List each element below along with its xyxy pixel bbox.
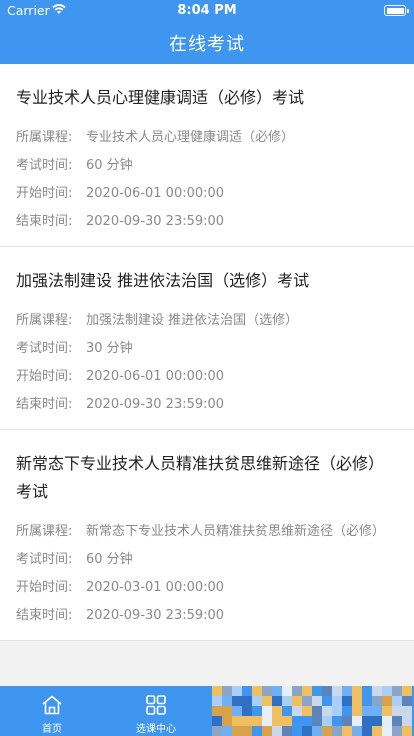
start-value: 2020-03-01 00:00:00 <box>86 580 225 595</box>
tab-bar: 首页 选课中心 <box>0 686 414 736</box>
course-label: 所属课程: <box>16 130 73 145</box>
tab-home[interactable]: 首页 <box>0 686 104 736</box>
start-label: 开始时间: <box>16 580 73 595</box>
exam-title: 加强法制建设 推进依法治国（选修）考试 <box>16 271 310 290</box>
exam-card[interactable]: 加强法制建设 推进依法治国（选修）考试 所属课程: 加强法制建设 推进依法治国（选… <box>0 247 414 430</box>
grid-icon <box>146 695 166 715</box>
end-label: 结束时间: <box>16 214 73 229</box>
end-value: 2020-09-30 23:59:00 <box>86 214 225 229</box>
end-label: 结束时间: <box>16 397 73 412</box>
duration-value: 60 分钟 <box>86 552 133 567</box>
page-title: 在线考试 <box>169 34 245 55</box>
exam-list: 专业技术人员心理健康调适（必修）考试 所属课程: 专业技术人员心理健康调适（必修）… <box>0 64 414 686</box>
course-value: 加强法制建设 推进依法治国（选修） <box>86 313 299 328</box>
duration-value: 30 分钟 <box>86 341 133 356</box>
end-value: 2020-09-30 23:59:00 <box>86 608 225 623</box>
exam-title: 专业技术人员心理健康调适（必修）考试 <box>16 88 305 107</box>
home-icon <box>42 695 62 715</box>
course-label: 所属课程: <box>16 313 73 328</box>
duration-label: 考试时间: <box>16 158 73 173</box>
pixelated-region <box>212 686 414 736</box>
start-label: 开始时间: <box>16 186 73 201</box>
course-label: 所属课程: <box>16 524 73 539</box>
end-value: 2020-09-30 23:59:00 <box>86 397 225 412</box>
duration-value: 60 分钟 <box>86 158 133 173</box>
start-value: 2020-06-01 00:00:00 <box>86 186 225 201</box>
course-value: 专业技术人员心理健康调适（必修） <box>86 130 295 145</box>
exam-title: 新常态下专业技术人员精准扶贫思维新途径（必修）考试 <box>16 454 385 501</box>
start-label: 开始时间: <box>16 369 73 384</box>
duration-label: 考试时间: <box>16 341 73 356</box>
status-bar: Carrier 8:04 PM <box>0 0 414 22</box>
battery-icon <box>384 5 409 16</box>
tab-course-center-label: 选课中心 <box>136 724 176 735</box>
tab-course-center[interactable]: 选课中心 <box>104 686 208 736</box>
status-time: 8:04 PM <box>177 3 237 18</box>
duration-label: 考试时间: <box>16 552 73 567</box>
exam-card[interactable]: 专业技术人员心理健康调适（必修）考试 所属课程: 专业技术人员心理健康调适（必修）… <box>0 64 414 247</box>
end-label: 结束时间: <box>16 608 73 623</box>
app-header: Carrier 8:04 PM 在线考试 <box>0 0 414 64</box>
exam-card[interactable]: 新常态下专业技术人员精准扶贫思维新途径（必修）考试 所属课程: 新常态下专业技术人… <box>0 430 414 641</box>
tab-home-label: 首页 <box>42 724 62 735</box>
start-value: 2020-06-01 00:00:00 <box>86 369 225 384</box>
course-value: 新常态下专业技术人员精准扶贫思维新途径（必修） <box>86 524 386 539</box>
